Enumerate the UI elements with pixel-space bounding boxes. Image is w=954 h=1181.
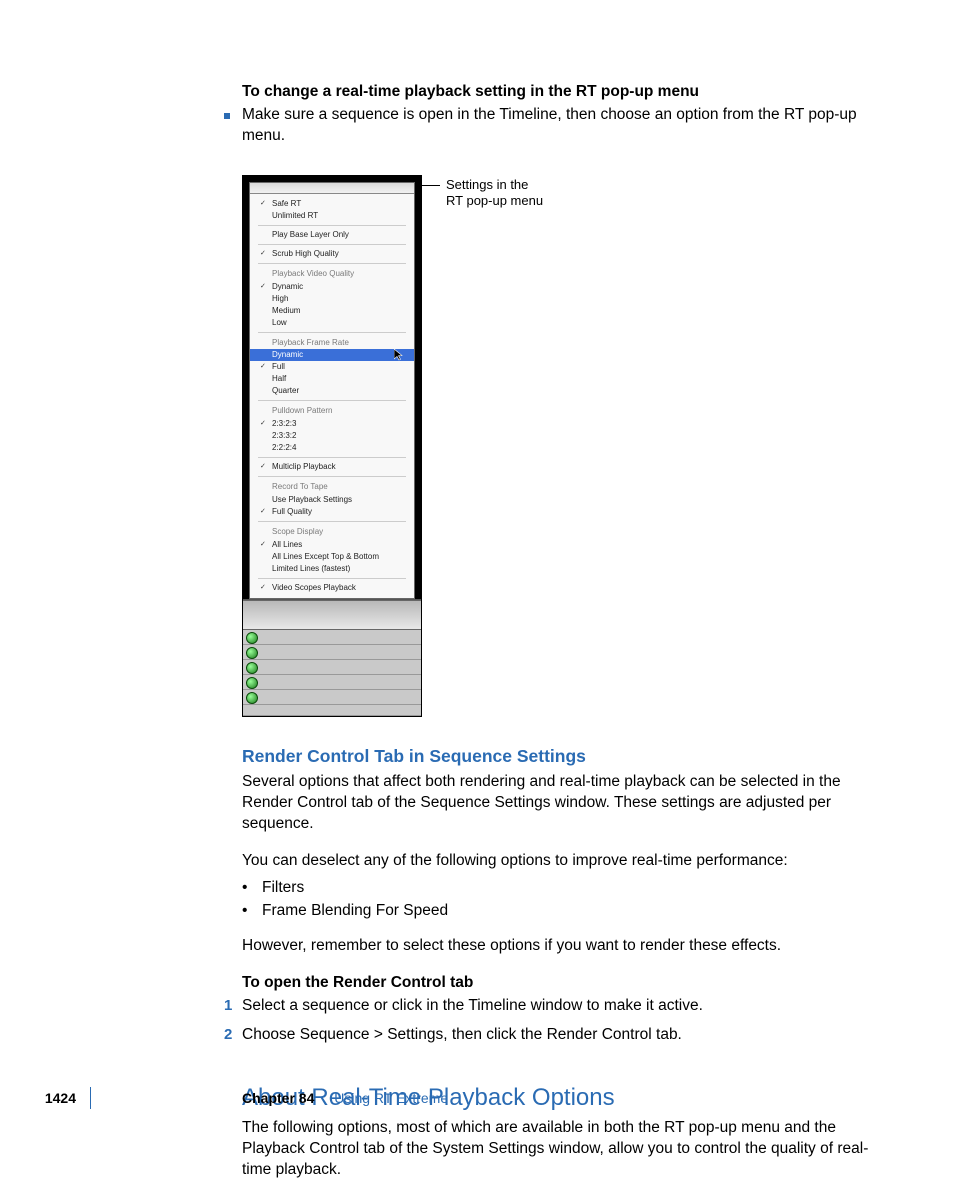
menu-item-scrub-hq[interactable]: Scrub High Quality — [250, 248, 414, 260]
intro-bullet-text: Make sure a sequence is open in the Time… — [242, 105, 882, 147]
menu-item-dynamic-rate[interactable]: Dynamic — [250, 349, 414, 361]
list-item-filters: Filters — [262, 878, 304, 899]
menu-group-rate: Playback Frame Rate — [250, 336, 414, 350]
menu-item-half[interactable]: Half — [250, 373, 414, 385]
menu-group-scope: Scope Display — [250, 525, 414, 539]
menu-item-2224[interactable]: 2:2:2:4 — [250, 442, 414, 454]
rt-popup-menu: Safe RT Unlimited RT Play Base Layer Onl… — [250, 194, 414, 598]
bullet-dot-icon: • — [242, 878, 252, 899]
chapter-title: Using RT Extreme — [334, 1090, 448, 1106]
render-sub-heading: To open the Render Control tab — [242, 973, 882, 994]
step-2-text: Choose Sequence > Settings, then click t… — [242, 1025, 682, 1046]
menu-item-full-quality[interactable]: Full Quality — [250, 506, 414, 518]
callout-leader-line — [422, 185, 440, 186]
page-number: 1424 — [0, 1089, 90, 1108]
menu-group-video: Playback Video Quality — [250, 267, 414, 281]
menu-item-high[interactable]: High — [250, 293, 414, 305]
menu-item-use-pb[interactable]: Use Playback Settings — [250, 494, 414, 506]
square-bullet-icon — [224, 105, 242, 147]
render-p1: Several options that affect both renderi… — [242, 772, 882, 835]
chapter-label: Chapter 84 — [242, 1090, 314, 1106]
menu-item-full-rate[interactable]: Full — [250, 361, 414, 373]
figure-callout: Settings in the RT pop-up menu — [446, 177, 543, 210]
menu-item-safe-rt[interactable]: Safe RT — [250, 198, 414, 210]
footer-divider — [90, 1087, 91, 1109]
menu-item-multiclip[interactable]: Multiclip Playback — [250, 461, 414, 473]
menu-group-record: Record To Tape — [250, 480, 414, 494]
menu-item-2332[interactable]: 2:3:3:2 — [250, 430, 414, 442]
render-control-heading: Render Control Tab in Sequence Settings — [242, 745, 882, 769]
list-item-frame-blending: Frame Blending For Speed — [262, 901, 448, 922]
about-p1: The following options, most of which are… — [242, 1118, 882, 1181]
menu-group-pulldown: Pulldown Pattern — [250, 404, 414, 418]
render-p3: However, remember to select these option… — [242, 936, 882, 957]
menu-item-dynamic-video[interactable]: Dynamic — [250, 281, 414, 293]
menu-item-limited[interactable]: Limited Lines (fastest) — [250, 563, 414, 575]
menu-item-quarter[interactable]: Quarter — [250, 385, 414, 397]
menu-item-unlimited-rt[interactable]: Unlimited RT — [250, 210, 414, 222]
render-p2: You can deselect any of the following op… — [242, 851, 882, 872]
menu-item-scopes-pb[interactable]: Video Scopes Playback — [250, 582, 414, 594]
menu-item-low[interactable]: Low — [250, 317, 414, 329]
menu-item-except[interactable]: All Lines Except Top & Bottom — [250, 551, 414, 563]
bullet-dot-icon: • — [242, 901, 252, 922]
step-number-1: 1 — [224, 997, 232, 1014]
menu-item-2323[interactable]: 2:3:2:3 — [250, 418, 414, 430]
step-number-2: 2 — [224, 1026, 232, 1043]
menu-item-play-base[interactable]: Play Base Layer Only — [250, 229, 414, 241]
step-1-text: Select a sequence or click in the Timeli… — [242, 996, 703, 1017]
rt-menu-screenshot: Safe RT Unlimited RT Play Base Layer Onl… — [242, 175, 422, 717]
menu-item-medium[interactable]: Medium — [250, 305, 414, 317]
menu-item-all-lines[interactable]: All Lines — [250, 539, 414, 551]
intro-heading: To change a real-time playback setting i… — [242, 82, 882, 103]
